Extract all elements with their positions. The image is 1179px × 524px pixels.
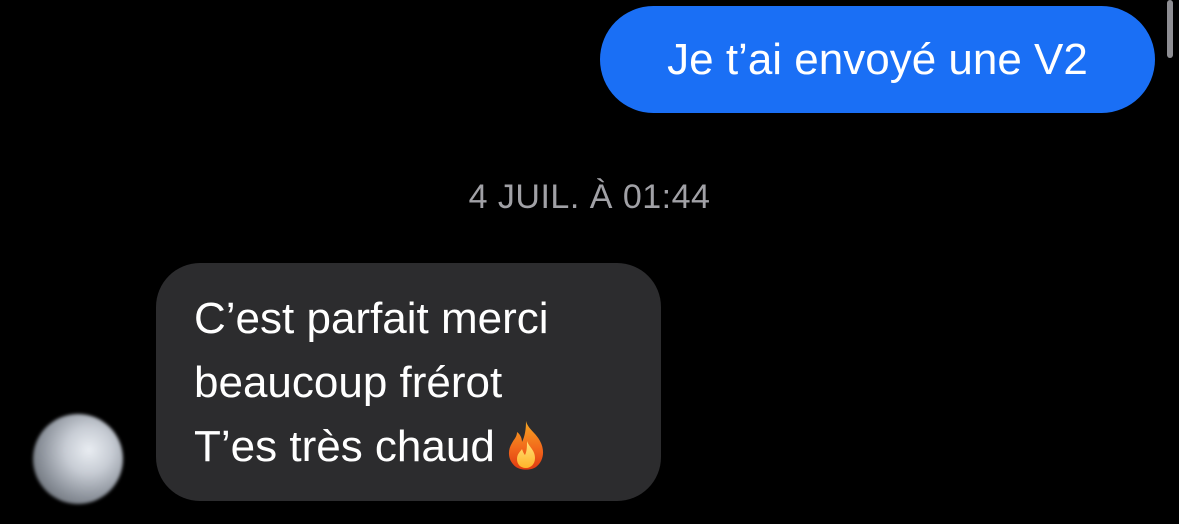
received-message-line-3: T’es très chaud	[194, 415, 625, 489]
fire-icon	[503, 419, 549, 489]
contact-avatar[interactable]	[33, 414, 123, 504]
sent-message-bubble[interactable]: Je t’ai envoyé une V2	[600, 6, 1155, 113]
scroll-indicator[interactable]	[1167, 0, 1173, 58]
sent-message-text: Je t’ai envoyé une V2	[667, 35, 1088, 84]
received-message-line-2: beaucoup frérot	[194, 358, 503, 407]
received-message-line-3-text: T’es très chaud	[194, 422, 495, 471]
message-timestamp: 4 JUIL. À 01:44	[468, 178, 711, 216]
received-message-bubble[interactable]: C’est parfait merci beaucoup frérot T’es…	[156, 263, 661, 501]
received-message-line-1: C’est parfait merci	[194, 294, 549, 343]
